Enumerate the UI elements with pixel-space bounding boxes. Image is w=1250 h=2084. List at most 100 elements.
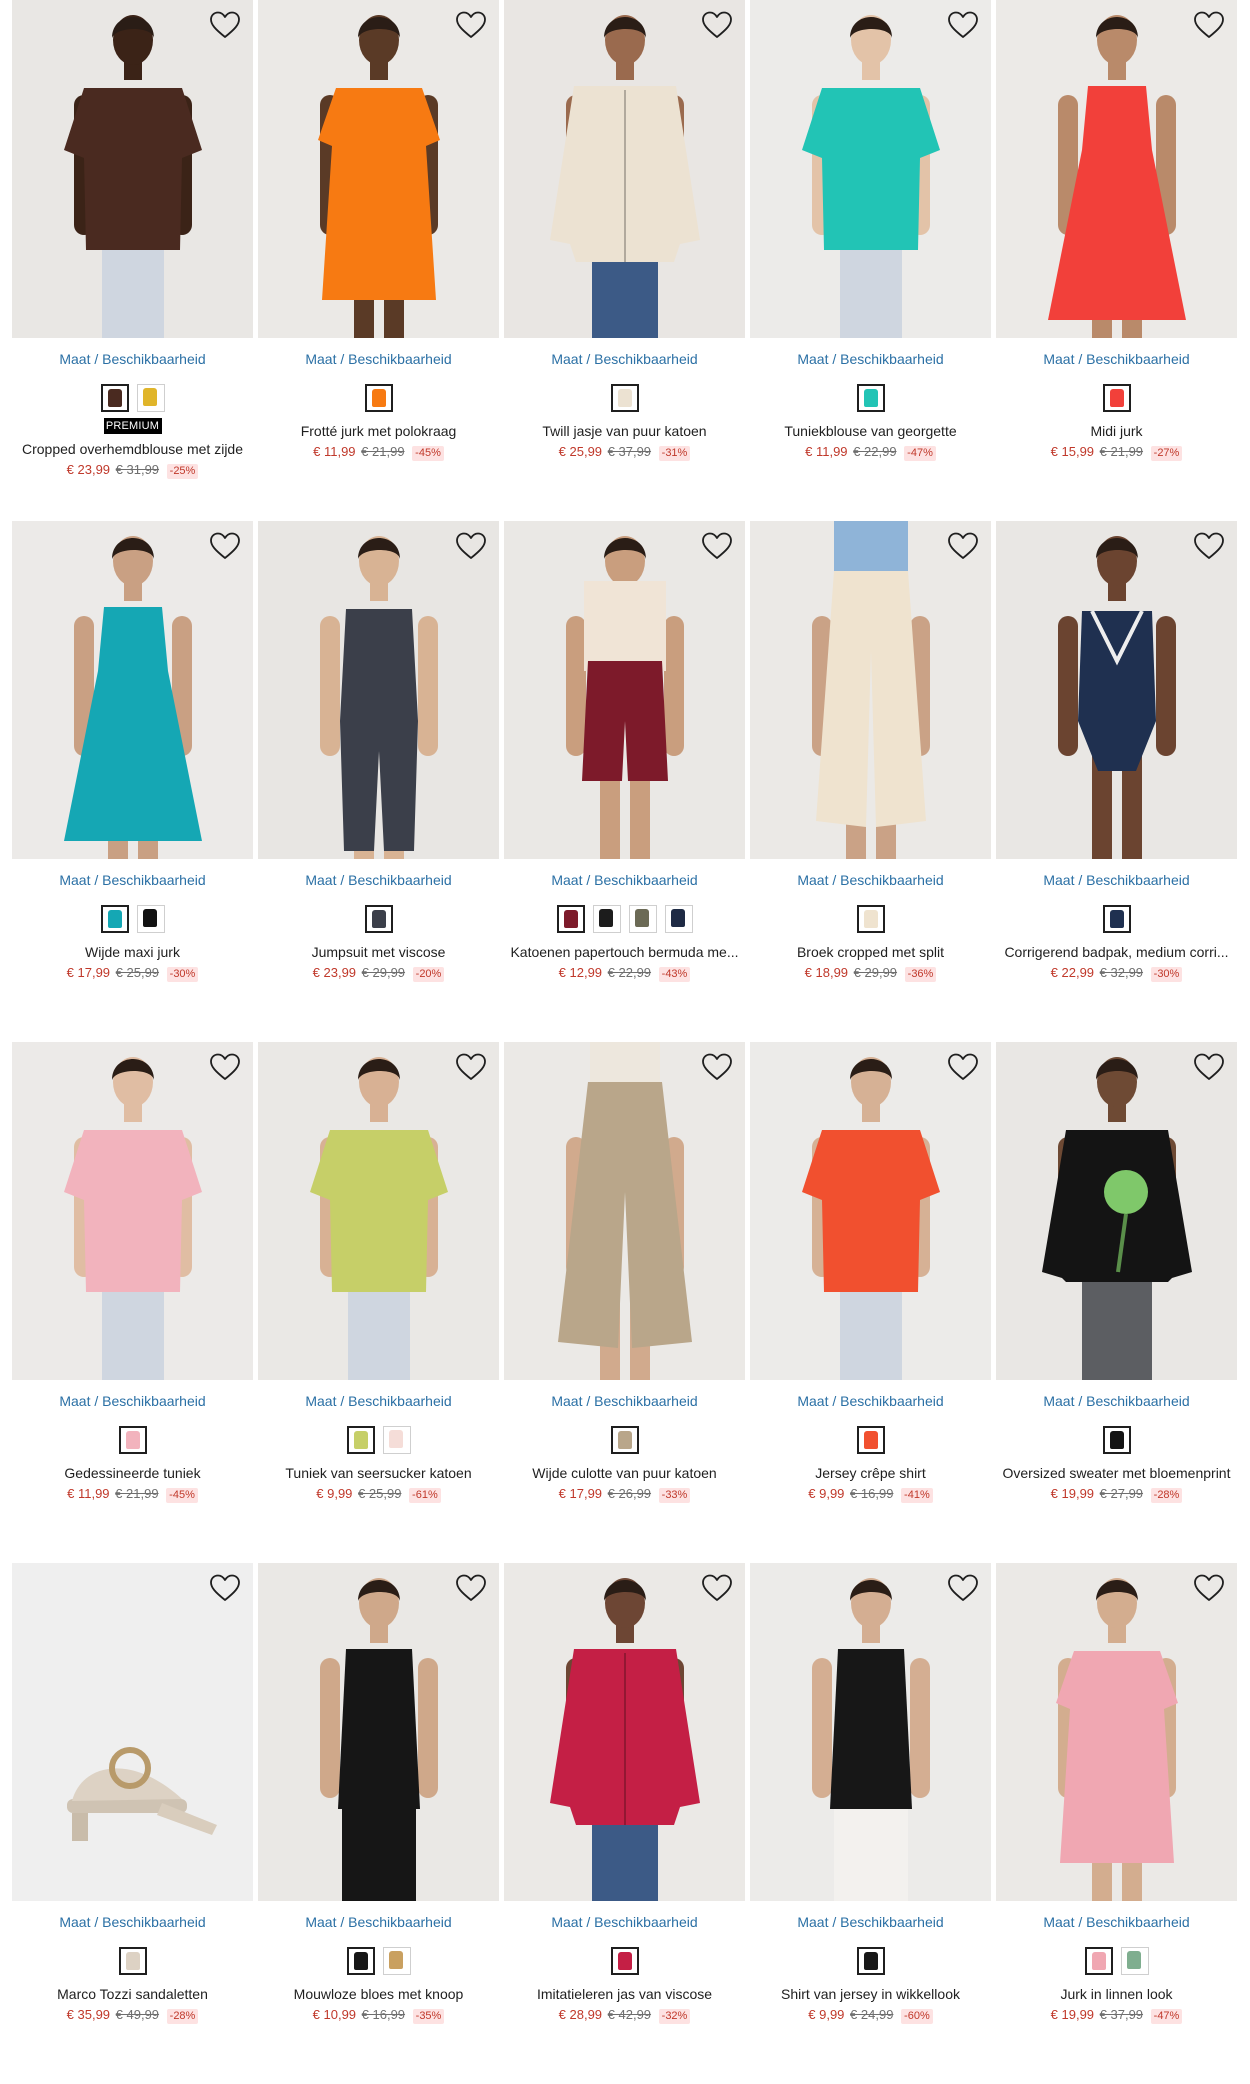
product-title[interactable]: Wijde maxi jurk	[12, 943, 253, 961]
color-swatch[interactable]	[1084, 1947, 1113, 1975]
product-title[interactable]: Twill jasje van puur katoen	[504, 422, 745, 440]
heart-icon[interactable]	[209, 1052, 241, 1082]
color-swatch[interactable]	[610, 1947, 639, 1975]
product-image[interactable]	[258, 1042, 499, 1380]
size-availability-link[interactable]: Maat / Beschikbaarheid	[12, 871, 253, 889]
size-availability-link[interactable]: Maat / Beschikbaarheid	[504, 871, 745, 889]
size-availability-link[interactable]: Maat / Beschikbaarheid	[12, 1913, 253, 1931]
product-title[interactable]: Marco Tozzi sandaletten	[12, 1985, 253, 2003]
color-swatch[interactable]	[610, 384, 639, 412]
product-card-10[interactable]: Maat / Beschikbaarheid Corrigerend badpa…	[996, 521, 1237, 1042]
color-swatch[interactable]	[118, 1426, 147, 1454]
heart-icon[interactable]	[1193, 1573, 1225, 1603]
heart-icon[interactable]	[701, 10, 733, 40]
size-availability-link[interactable]: Maat / Beschikbaarheid	[258, 350, 499, 368]
heart-icon[interactable]	[701, 1573, 733, 1603]
product-title[interactable]: Gedessineerde tuniek	[12, 1464, 253, 1482]
product-image[interactable]	[12, 1563, 253, 1901]
product-card-20[interactable]: Maat / Beschikbaarheid Jurk in linnen lo…	[996, 1563, 1237, 2084]
product-card-16[interactable]: Maat / Beschikbaarheid Marco Tozzi sanda…	[12, 1563, 253, 2084]
color-swatch[interactable]	[346, 1426, 375, 1454]
heart-icon[interactable]	[1193, 10, 1225, 40]
product-image[interactable]	[996, 1042, 1237, 1380]
product-title[interactable]: Jersey crêpe shirt	[750, 1464, 991, 1482]
product-title[interactable]: Mouwloze bloes met knoop	[258, 1985, 499, 2003]
product-card-17[interactable]: Maat / Beschikbaarheid Mouwloze bloes me…	[258, 1563, 499, 2084]
heart-icon[interactable]	[701, 531, 733, 561]
product-card-18[interactable]: Maat / Beschikbaarheid Imitatieleren jas…	[504, 1563, 745, 2084]
product-card-9[interactable]: Maat / Beschikbaarheid Broek cropped met…	[750, 521, 991, 1042]
product-image[interactable]	[504, 0, 745, 338]
size-availability-link[interactable]: Maat / Beschikbaarheid	[750, 871, 991, 889]
product-card-4[interactable]: Maat / Beschikbaarheid Tuniekblouse van …	[750, 0, 991, 521]
heart-icon[interactable]	[209, 531, 241, 561]
heart-icon[interactable]	[947, 1052, 979, 1082]
heart-icon[interactable]	[455, 1573, 487, 1603]
product-card-2[interactable]: Maat / Beschikbaarheid Frotté jurk met p…	[258, 0, 499, 521]
product-card-3[interactable]: Maat / Beschikbaarheid Twill jasje van p…	[504, 0, 745, 521]
product-image[interactable]	[12, 0, 253, 338]
product-title[interactable]: Tuniek van seersucker katoen	[258, 1464, 499, 1482]
heart-icon[interactable]	[209, 10, 241, 40]
product-title[interactable]: Jumpsuit met viscose	[258, 943, 499, 961]
product-card-1[interactable]: Maat / Beschikbaarheid PREMIUM Cropped o…	[12, 0, 253, 521]
size-availability-link[interactable]: Maat / Beschikbaarheid	[258, 871, 499, 889]
product-title[interactable]: Wijde culotte van puur katoen	[504, 1464, 745, 1482]
product-title[interactable]: Katoenen papertouch bermuda me...	[504, 943, 745, 961]
size-availability-link[interactable]: Maat / Beschikbaarheid	[504, 1392, 745, 1410]
color-swatch[interactable]	[382, 1947, 411, 1975]
product-card-14[interactable]: Maat / Beschikbaarheid Jersey crêpe shir…	[750, 1042, 991, 1563]
heart-icon[interactable]	[1193, 531, 1225, 561]
color-swatch[interactable]	[1120, 1947, 1149, 1975]
color-swatch[interactable]	[364, 905, 393, 933]
product-image[interactable]	[12, 1042, 253, 1380]
product-title[interactable]: Cropped overhemdblouse met zijde	[12, 440, 253, 458]
color-swatch[interactable]	[556, 905, 585, 933]
product-card-8[interactable]: Maat / Beschikbaarheid Katoenen papertou…	[504, 521, 745, 1042]
color-swatch[interactable]	[610, 1426, 639, 1454]
product-image[interactable]	[504, 1563, 745, 1901]
size-availability-link[interactable]: Maat / Beschikbaarheid	[996, 1392, 1237, 1410]
size-availability-link[interactable]: Maat / Beschikbaarheid	[996, 871, 1237, 889]
product-image[interactable]	[504, 1042, 745, 1380]
color-swatch[interactable]	[592, 905, 621, 933]
product-image[interactable]	[258, 1563, 499, 1901]
size-availability-link[interactable]: Maat / Beschikbaarheid	[258, 1913, 499, 1931]
color-swatch[interactable]	[856, 384, 885, 412]
color-swatch[interactable]	[628, 905, 657, 933]
color-swatch[interactable]	[856, 1947, 885, 1975]
heart-icon[interactable]	[947, 531, 979, 561]
product-title[interactable]: Corrigerend badpak, medium corri...	[996, 943, 1237, 961]
size-availability-link[interactable]: Maat / Beschikbaarheid	[996, 1913, 1237, 1931]
heart-icon[interactable]	[209, 1573, 241, 1603]
color-swatch[interactable]	[856, 905, 885, 933]
color-swatch[interactable]	[100, 905, 129, 933]
size-availability-link[interactable]: Maat / Beschikbaarheid	[12, 350, 253, 368]
product-image[interactable]	[750, 1563, 991, 1901]
product-title[interactable]: Shirt van jersey in wikkellook	[750, 1985, 991, 2003]
product-card-19[interactable]: Maat / Beschikbaarheid Shirt van jersey …	[750, 1563, 991, 2084]
product-image[interactable]	[258, 0, 499, 338]
product-title[interactable]: Tuniekblouse van georgette	[750, 422, 991, 440]
product-title[interactable]: Broek cropped met split	[750, 943, 991, 961]
product-title[interactable]: Imitatieleren jas van viscose	[504, 1985, 745, 2003]
heart-icon[interactable]	[455, 1052, 487, 1082]
product-card-11[interactable]: Maat / Beschikbaarheid Gedessineerde tun…	[12, 1042, 253, 1563]
product-image[interactable]	[504, 521, 745, 859]
product-image[interactable]	[750, 1042, 991, 1380]
size-availability-link[interactable]: Maat / Beschikbaarheid	[750, 1392, 991, 1410]
color-swatch[interactable]	[346, 1947, 375, 1975]
product-image[interactable]	[12, 521, 253, 859]
color-swatch[interactable]	[1102, 384, 1131, 412]
size-availability-link[interactable]: Maat / Beschikbaarheid	[504, 1913, 745, 1931]
color-swatch[interactable]	[136, 905, 165, 933]
product-image[interactable]	[750, 0, 991, 338]
color-swatch[interactable]	[136, 384, 165, 412]
heart-icon[interactable]	[1193, 1052, 1225, 1082]
heart-icon[interactable]	[455, 10, 487, 40]
product-card-15[interactable]: Maat / Beschikbaarheid Oversized sweater…	[996, 1042, 1237, 1563]
size-availability-link[interactable]: Maat / Beschikbaarheid	[504, 350, 745, 368]
color-swatch[interactable]	[382, 1426, 411, 1454]
product-card-5[interactable]: Maat / Beschikbaarheid Midi jurk € 15,99…	[996, 0, 1237, 521]
size-availability-link[interactable]: Maat / Beschikbaarheid	[750, 1913, 991, 1931]
